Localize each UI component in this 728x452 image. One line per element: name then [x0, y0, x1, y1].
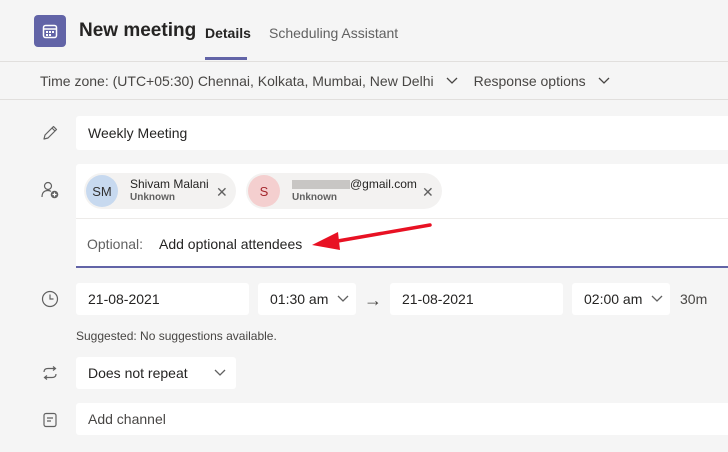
meeting-header: New meeting Details Scheduling Assistant	[0, 0, 728, 62]
start-time-value: 01:30 am	[270, 291, 329, 307]
calendar-icon	[34, 15, 66, 47]
add-people-icon	[40, 180, 60, 200]
suggestion-text: Suggested: No suggestions available.	[76, 329, 277, 343]
avatar: SM	[86, 175, 118, 207]
repeat-value: Does not repeat	[88, 365, 188, 381]
channel-icon	[40, 410, 60, 430]
repeat-dropdown[interactable]: Does not repeat	[76, 357, 236, 389]
divider	[76, 218, 728, 219]
attendee-chip[interactable]: S @gmail.com Unknown ✕	[246, 173, 442, 209]
optional-attendees-input[interactable]: Add optional attendees	[159, 236, 302, 252]
meeting-title-input[interactable]: Weekly Meeting	[76, 116, 728, 150]
clock-icon	[40, 289, 60, 309]
response-options-dropdown[interactable]: Response options	[474, 73, 610, 89]
end-time-dropdown[interactable]: 02:00 am	[572, 283, 670, 315]
chevron-down-icon	[214, 369, 226, 376]
repeat-icon	[40, 363, 60, 383]
arrow-right-icon: →	[364, 290, 382, 310]
remove-attendee-icon[interactable]: ✕	[216, 184, 228, 201]
chevron-down-icon	[651, 295, 663, 302]
attendees-field[interactable]: SM Shivam Malani Unknown ✕ S @gmail.com …	[76, 164, 728, 268]
attendee-name: Shivam Malani	[130, 177, 209, 191]
pencil-icon	[40, 123, 60, 143]
tab-scheduling-assistant[interactable]: Scheduling Assistant	[269, 25, 398, 41]
chevron-down-icon	[446, 77, 458, 84]
redacted-email	[292, 180, 350, 190]
chevron-down-icon	[337, 295, 349, 302]
annotation-arrow	[312, 223, 432, 250]
timezone-dropdown[interactable]: Time zone: (UTC+05:30) Chennai, Kolkata,…	[40, 73, 458, 89]
attendee-email: @gmail.com	[292, 178, 417, 191]
remove-attendee-icon[interactable]: ✕	[422, 184, 434, 201]
tab-details[interactable]: Details	[205, 25, 251, 41]
response-options-label: Response options	[473, 72, 586, 89]
chevron-down-icon	[598, 77, 610, 84]
end-date-input[interactable]: 21-08-2021	[390, 283, 563, 315]
duration-label: 30m	[680, 291, 708, 307]
attendee-status: Unknown	[292, 192, 337, 203]
active-tab-indicator	[205, 57, 247, 60]
add-channel-input[interactable]: Add channel	[76, 403, 728, 435]
start-date-input[interactable]: 21-08-2021	[76, 283, 249, 315]
avatar: S	[248, 175, 280, 207]
attendee-status: Unknown	[130, 192, 175, 203]
page-title: New meeting	[79, 20, 197, 41]
start-time-dropdown[interactable]: 01:30 am	[258, 283, 356, 315]
end-time-value: 02:00 am	[584, 291, 643, 307]
optional-label: Optional:	[87, 236, 144, 252]
timezone-label: Time zone: (UTC+05:30) Chennai, Kolkata,…	[40, 72, 434, 89]
options-bar: Time zone: (UTC+05:30) Chennai, Kolkata,…	[0, 62, 728, 100]
attendee-chip[interactable]: SM Shivam Malani Unknown ✕	[84, 173, 236, 209]
